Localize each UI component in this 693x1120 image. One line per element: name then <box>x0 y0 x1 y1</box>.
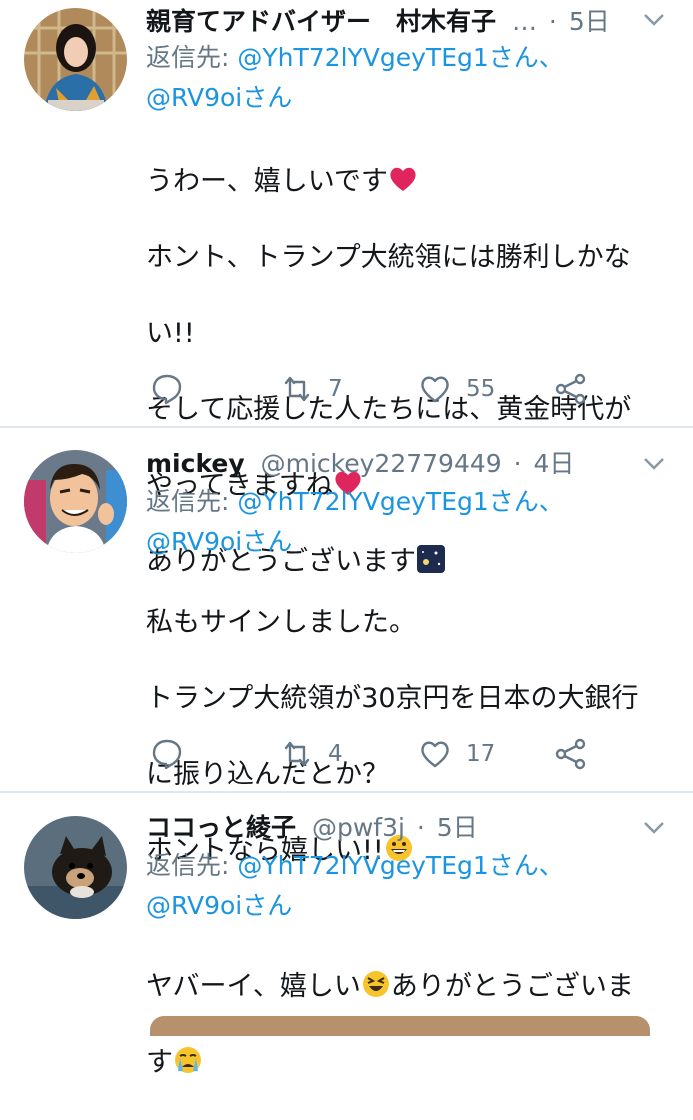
divider <box>0 426 693 428</box>
tweet[interactable]: 親育てアドバイザー 村木有子 … · 5日 返信先: @YhT72lYVgeyT… <box>0 0 693 577</box>
retweet-button[interactable]: 7 <box>280 369 343 409</box>
media-preview[interactable] <box>150 1016 650 1036</box>
divider <box>0 791 693 793</box>
user-handle[interactable]: @mickey22779449 <box>261 449 502 478</box>
reply-mention[interactable]: @YhT72lYVgeyTEg1さん、 <box>237 851 563 880</box>
reply-prefix: 返信先: <box>146 43 238 72</box>
tweet[interactable]: mickey @mickey22779449 · 4日 返信先: @YhT72l… <box>0 440 693 866</box>
retweet-icon <box>284 376 310 402</box>
separator-dot: · <box>513 449 522 478</box>
tweet-actions: 4 17 <box>146 734 673 774</box>
reply-button[interactable] <box>150 369 184 409</box>
reply-icon <box>152 739 182 770</box>
avatar[interactable] <box>24 450 127 553</box>
reply-context: 返信先: @YhT72lYVgeyTEg1さん、 @RV9oiさん <box>146 846 673 926</box>
tweet-line: い!! <box>146 318 195 349</box>
reply-mention[interactable]: @RV9oiさん <box>146 891 292 920</box>
timestamp[interactable]: 5日 <box>569 7 610 36</box>
tweet-line: ホント、トランプ大統領には勝利しかな <box>146 242 631 273</box>
tweet-line: 私もサインしました。 <box>146 607 416 638</box>
tweet-header: mickey @mickey22779449 · 4日 <box>146 444 623 484</box>
share-button[interactable] <box>554 734 588 774</box>
like-button[interactable]: 17 <box>418 734 495 774</box>
separator-dot: · <box>416 813 425 842</box>
tweet-actions: 7 55 <box>146 369 673 409</box>
reply-prefix: 返信先: <box>146 487 238 516</box>
timestamp[interactable]: 5日 <box>437 813 478 842</box>
like-button[interactable]: 55 <box>418 369 495 409</box>
laughing-face-icon <box>362 971 389 997</box>
tweet[interactable]: ココっと綾子 @pwf3j · 5日 返信先: @YhT72lYVgeyTEg1… <box>0 806 693 1078</box>
reply-context: 返信先: @YhT72lYVgeyTEg1さん、 @RV9oiさん <box>146 38 673 118</box>
display-name[interactable]: ココっと綾子 <box>146 813 296 842</box>
retweet-button[interactable]: 4 <box>280 734 343 774</box>
dog-avatar-icon <box>24 816 127 919</box>
tweet-line: ありがとうございま <box>390 971 634 1002</box>
woman-avatar-icon <box>24 8 127 111</box>
like-count: 55 <box>466 376 496 402</box>
timestamp[interactable]: 4日 <box>534 449 575 478</box>
like-icon <box>421 376 449 403</box>
separator-dot: · <box>548 7 557 36</box>
share-button[interactable] <box>554 369 588 409</box>
reply-mention[interactable]: @YhT72lYVgeyTEg1さん、 <box>237 43 563 72</box>
chevron-down-icon[interactable] <box>641 6 667 32</box>
tweet-line: ヤバーイ、嬉しい <box>146 971 361 1002</box>
tweet-header: 親育てアドバイザー 村木有子 … · 5日 <box>146 2 623 42</box>
avatar[interactable] <box>24 816 127 919</box>
retweet-count: 4 <box>328 741 343 767</box>
like-count: 17 <box>466 741 496 767</box>
crying-face-icon <box>175 1047 201 1073</box>
avatar[interactable] <box>24 8 127 111</box>
chevron-down-icon[interactable] <box>641 450 667 476</box>
share-icon <box>555 738 586 770</box>
tweet-header: ココっと綾子 @pwf3j · 5日 <box>146 808 623 848</box>
reply-icon <box>152 374 182 405</box>
retweet-count: 7 <box>328 376 343 402</box>
reply-mention[interactable]: @RV9oiさん <box>146 527 292 556</box>
user-handle[interactable]: @pwf3j <box>312 813 405 842</box>
red-heart-icon <box>390 167 416 191</box>
retweet-icon <box>284 741 310 767</box>
reply-mention[interactable]: @RV9oiさん <box>146 83 292 112</box>
tweet-line: うわー、嬉しいです <box>146 166 388 197</box>
tweet-line: トランプ大統領が30京円を日本の大銀行 <box>146 683 639 714</box>
display-name[interactable]: 親育てアドバイザー 村木有子 <box>146 7 496 36</box>
reply-context: 返信先: @YhT72lYVgeyTEg1さん、 @RV9oiさん <box>146 482 673 562</box>
display-name[interactable]: mickey <box>146 449 245 478</box>
tweet-line: す <box>146 1047 173 1078</box>
truncation-ellipsis: … <box>511 7 537 36</box>
chevron-down-icon[interactable] <box>641 814 667 840</box>
reply-button[interactable] <box>150 734 184 774</box>
share-icon <box>555 373 586 405</box>
reply-mention[interactable]: @YhT72lYVgeyTEg1さん、 <box>237 487 563 516</box>
like-icon <box>421 741 449 768</box>
reply-prefix: 返信先: <box>146 851 238 880</box>
cartoon-man-avatar-icon <box>24 450 127 553</box>
